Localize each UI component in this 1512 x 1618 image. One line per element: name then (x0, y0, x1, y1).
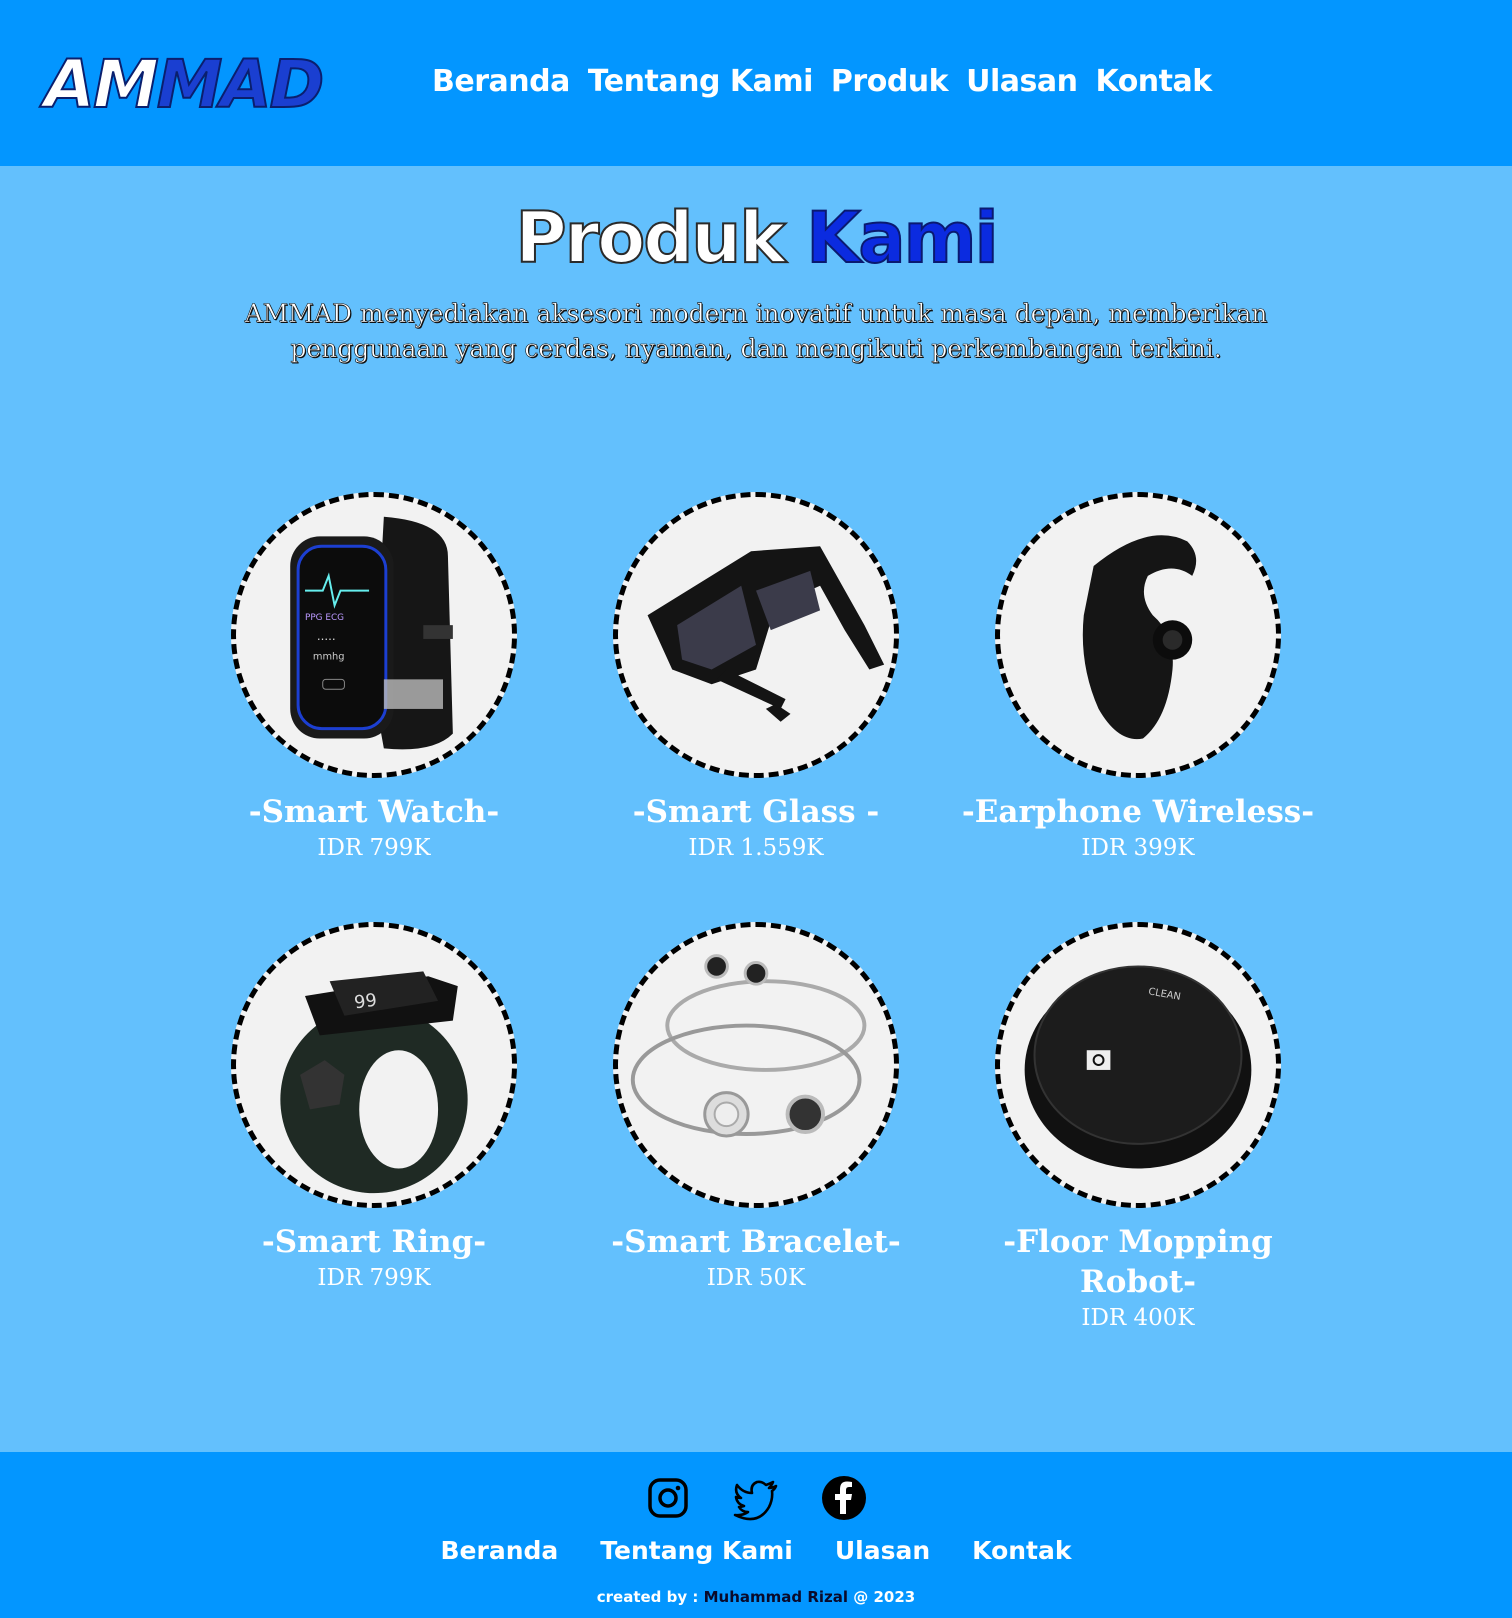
footer-nav: Beranda Tentang Kami Ulasan Kontak (0, 1536, 1512, 1565)
product-name: -Earphone Wireless- (961, 794, 1315, 830)
svg-text:.....: ..... (317, 629, 336, 643)
smart-bracelet-image (630, 954, 867, 1138)
social-links (0, 1474, 1512, 1522)
product-image-frame: PPG ECG ..... mmhg (231, 492, 517, 778)
footer-nav-tentang-kami[interactable]: Tentang Kami (600, 1536, 793, 1565)
product-price: IDR 1.559K (688, 835, 824, 861)
footer-nav-kontak[interactable]: Kontak (972, 1536, 1071, 1565)
facebook-icon[interactable] (820, 1474, 868, 1522)
smart-ring-image: 99 (280, 971, 468, 1194)
product-image-frame: CLEAN (995, 922, 1281, 1208)
instagram-icon[interactable] (644, 1474, 692, 1522)
product-name: -Smart Ring- (261, 1224, 487, 1260)
nav-tentang-kami[interactable]: Tentang Kami (588, 64, 814, 99)
product-image-frame: 99 (231, 922, 517, 1208)
footer-nav-ulasan[interactable]: Ulasan (835, 1536, 930, 1565)
smart-glass-image (647, 546, 885, 722)
product-card[interactable]: -Smart Glass - IDR 1.559K (566, 492, 946, 864)
page-description: AMMAD menyediakan aksesori modern inovat… (244, 299, 1268, 364)
twitter-icon[interactable] (732, 1474, 780, 1522)
logo-part-2: MAD (156, 46, 326, 123)
nav-ulasan[interactable]: Ulasan (966, 64, 1078, 99)
product-name: -Smart Glass - (632, 794, 880, 830)
product-price: IDR 50K (706, 1265, 806, 1291)
site-header: AMMAD Beranda Tentang Kami Produk Ulasan… (0, 0, 1512, 166)
earphone-image (1082, 535, 1197, 740)
product-card[interactable]: 99 -Smart Ring- IDR 799K (184, 922, 564, 1294)
product-price: IDR 399K (1081, 835, 1195, 861)
svg-text:PPG ECG: PPG ECG (305, 613, 344, 623)
product-image-frame (995, 492, 1281, 778)
footer-nav-beranda[interactable]: Beranda (440, 1536, 558, 1565)
credit-name: Muhammad Rizal (703, 1588, 849, 1606)
product-card[interactable]: PPG ECG ..... mmhg -Smart Watch- IDR 799… (184, 492, 564, 864)
product-name: -Smart Watch- (248, 794, 500, 830)
page-title: Produk Kami (0, 197, 1512, 279)
product-card[interactable]: CLEAN -Floor Mopping Robot- IDR 400K (948, 922, 1328, 1334)
product-price: IDR 799K (317, 1265, 431, 1291)
product-price: IDR 400K (1081, 1305, 1195, 1331)
nav-beranda[interactable]: Beranda (432, 64, 570, 99)
nav-produk[interactable]: Produk (831, 64, 949, 99)
product-name: -Smart Bracelet- (611, 1224, 901, 1260)
product-name: -Floor Mopping Robot- (1003, 1224, 1273, 1300)
product-card[interactable]: -Earphone Wireless- IDR 399K (948, 492, 1328, 864)
product-price: IDR 799K (317, 835, 431, 861)
logo[interactable]: AMMAD (43, 51, 325, 119)
product-image-frame (613, 492, 899, 778)
product-card[interactable]: -Smart Bracelet- IDR 50K (566, 922, 946, 1294)
main-nav: Beranda Tentang Kami Produk Ulasan Konta… (432, 64, 1212, 99)
nav-kontak[interactable]: Kontak (1095, 64, 1212, 99)
logo-part-1: AM (43, 46, 160, 123)
title-part-2: Kami (805, 197, 999, 279)
site-footer: Beranda Tentang Kami Ulasan Kontak creat… (0, 1452, 1512, 1618)
svg-text:mmhg: mmhg (313, 652, 345, 663)
product-image-frame (613, 922, 899, 1208)
smart-watch-image: PPG ECG ..... mmhg (290, 516, 453, 750)
credit-suffix: @ 2023 (853, 1588, 916, 1606)
svg-text:99: 99 (353, 991, 378, 1014)
robot-vacuum-image: CLEAN (1024, 965, 1252, 1169)
footer-credit: created by : Muhammad Rizal @ 2023 (0, 1588, 1512, 1606)
title-part-1: Produk (514, 197, 786, 279)
credit-prefix: created by : (596, 1588, 699, 1606)
